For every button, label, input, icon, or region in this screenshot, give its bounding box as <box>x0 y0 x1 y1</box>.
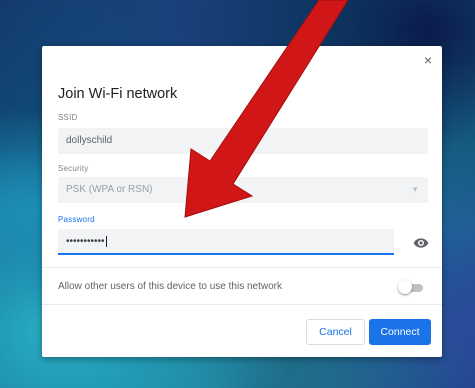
security-label: Security <box>58 164 89 173</box>
password-label: Password <box>58 215 95 224</box>
ssid-value: dollyschild <box>66 135 113 146</box>
share-network-label: Allow other users of this device to use … <box>58 281 282 292</box>
password-value: ••••••••••• <box>66 236 105 247</box>
divider <box>42 267 442 268</box>
password-field[interactable]: ••••••••••• <box>58 229 394 255</box>
chevron-down-icon: ▼ <box>411 185 419 194</box>
dialog-title: Join Wi-Fi network <box>58 86 178 102</box>
eye-icon[interactable] <box>413 235 429 251</box>
divider <box>42 304 442 305</box>
cancel-button[interactable]: Cancel <box>306 319 365 345</box>
ssid-label: SSID <box>58 113 78 122</box>
security-value: PSK (WPA or RSN) <box>66 184 153 195</box>
connect-button[interactable]: Connect <box>369 319 431 345</box>
ssid-field[interactable]: dollyschild <box>58 128 428 154</box>
toggle-knob <box>398 280 412 294</box>
security-select[interactable]: PSK (WPA or RSN) ▼ <box>58 177 428 203</box>
share-network-toggle[interactable] <box>398 280 425 294</box>
close-icon[interactable]: × <box>420 52 436 68</box>
join-wifi-dialog: × Join Wi-Fi network SSID dollyschild Se… <box>42 46 442 357</box>
text-cursor <box>105 235 107 247</box>
